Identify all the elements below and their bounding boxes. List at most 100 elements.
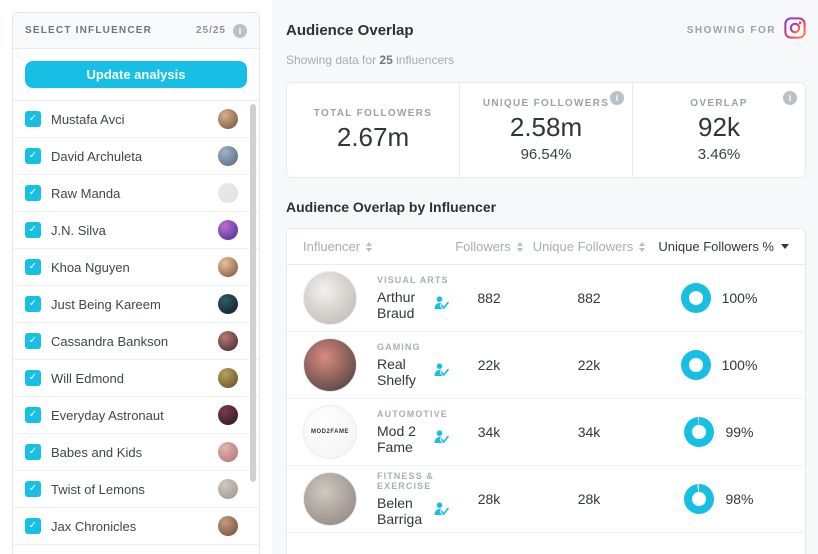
selected-count: 25/25 — [195, 25, 226, 36]
checkbox-checked-icon[interactable]: ✓ — [25, 370, 41, 386]
sort-desc-icon — [781, 244, 789, 249]
stat-card: i UNIQUE FOLLOWERS 2.58m 96.54% — [459, 83, 632, 177]
checkbox-checked-icon[interactable]: ✓ — [25, 333, 41, 349]
stat-card: i OVERLAP 92k 3.46% — [632, 83, 805, 177]
column-label: Influencer — [303, 239, 361, 254]
checkbox-checked-icon[interactable]: ✓ — [25, 296, 41, 312]
select-influencer-title: SELECT INFLUENCER — [25, 25, 153, 36]
influencer-list-item[interactable]: ✓ Will Edmond — [13, 360, 259, 397]
person-check-icon[interactable] — [434, 295, 450, 315]
stat-card: i TOTAL FOLLOWERS 2.67m — [287, 83, 459, 177]
influencer-avatar — [218, 516, 238, 536]
influencer-list-item[interactable]: ✓ Jax Chronicles — [13, 508, 259, 545]
influencer-list-item[interactable]: ✓ Twist of Lemons — [13, 471, 259, 508]
influencer-name: Arthur Braud — [377, 289, 416, 321]
influencer-list-item[interactable]: ✓ Everyday Astronaut — [13, 397, 259, 434]
influencer-cell: MOD2FAME AUTOMOTIVE Mod 2 Fame — [303, 405, 450, 459]
influencer-category: GAMING — [377, 342, 421, 352]
table-header-row: Influencer Followers Unique Followers Uniqu… — [287, 229, 805, 265]
influencer-category: VISUAL ARTS — [377, 275, 449, 285]
followers-value: 28k — [477, 491, 501, 507]
unique-percent-cell: 100% — [649, 350, 789, 380]
unique-percent-cell: 99% — [649, 417, 789, 447]
influencer-avatar — [218, 405, 238, 425]
select-influencer-panel: SELECT INFLUENCER 25/25 i Update analysi… — [12, 12, 260, 554]
stat-value: 2.58m — [509, 111, 583, 142]
influencer-avatar — [218, 479, 238, 499]
stat-percent: 3.46% — [697, 145, 741, 163]
checkbox-checked-icon[interactable]: ✓ — [25, 222, 41, 238]
subtitle-count: 25 — [379, 53, 393, 67]
influencer-avatar — [218, 257, 238, 277]
stat-value: 2.67m — [336, 121, 410, 152]
influencer-name: Twist of Lemons — [51, 481, 145, 497]
table-row[interactable]: FITNESS & EXERCISE Belen Barriga 28k 28k — [287, 466, 805, 533]
stat-percent: 96.54% — [520, 145, 572, 163]
update-analysis-button[interactable]: Update analysis — [25, 61, 247, 88]
column-header-unique-followers-[interactable]: Unique Followers % — [649, 239, 789, 254]
stat-label: UNIQUE FOLLOWERS — [482, 97, 610, 109]
checkbox-checked-icon[interactable]: ✓ — [25, 518, 41, 534]
info-icon[interactable]: i — [233, 23, 247, 38]
sidebar-scrollbar[interactable] — [250, 104, 256, 482]
influencer-avatar: MOD2FAME — [303, 405, 357, 459]
showing-for-label: SHOWING FOR — [686, 25, 776, 36]
influencer-avatar — [218, 331, 238, 351]
checkbox-checked-icon[interactable]: ✓ — [25, 481, 41, 497]
checkbox-checked-icon[interactable]: ✓ — [25, 407, 41, 423]
stat-value: 92k — [698, 111, 740, 142]
checkbox-checked-icon[interactable]: ✓ — [25, 111, 41, 127]
sort-icon — [366, 241, 373, 252]
info-icon[interactable]: i — [783, 91, 797, 105]
influencer-name: Jax Chronicles — [51, 518, 137, 534]
table-title: Audience Overlap by Influencer — [286, 199, 497, 215]
column-header-influencer[interactable]: Influencer — [303, 239, 449, 254]
influencer-name: Will Edmond — [51, 370, 124, 386]
influencer-name: David Archuleta — [51, 148, 143, 164]
influencer-name: Raw Manda — [51, 185, 121, 201]
influencer-list-item[interactable]: ✓ J.N. Silva — [13, 212, 259, 249]
followers-value: 22k — [477, 357, 501, 373]
followers-value: 34k — [477, 424, 501, 440]
checkbox-checked-icon[interactable]: ✓ — [25, 444, 41, 460]
sort-icon — [639, 241, 646, 252]
person-check-icon[interactable] — [434, 501, 450, 521]
sort-icon — [516, 241, 523, 252]
main-panel: Audience Overlap SHOWING FOR Showing dat… — [272, 0, 818, 554]
influencer-list-item[interactable]: ✓ Cassandra Bankson — [13, 323, 259, 360]
instagram-icon[interactable] — [784, 17, 806, 44]
influencer-name: Just Being Kareem — [51, 296, 161, 312]
influencer-name: Khoa Nguyen — [51, 259, 130, 275]
influencer-name: Cassandra Bankson — [51, 333, 169, 349]
influencer-list-item[interactable]: ✓ Babes and Kids — [13, 434, 259, 471]
subtitle: Showing data for 25 influencers — [286, 53, 455, 67]
influencer-list-item[interactable]: ✓ Raw Manda — [13, 175, 259, 212]
table-row[interactable]: VISUAL ARTS Arthur Braud 882 882 100% — [287, 265, 805, 332]
column-label: Unique Followers % — [658, 239, 774, 254]
table-row[interactable]: GAMING Real Shelfy 22k 22k 100% — [287, 332, 805, 399]
checkbox-checked-icon[interactable]: ✓ — [25, 148, 41, 164]
person-check-icon[interactable] — [434, 429, 450, 449]
influencer-avatar — [218, 442, 238, 462]
column-header-followers[interactable]: Followers — [449, 239, 529, 254]
column-label: Unique Followers — [532, 239, 634, 254]
select-influencer-header: SELECT INFLUENCER 25/25 i — [13, 13, 259, 49]
influencer-list-item[interactable]: ✓ Just Being Kareem — [13, 286, 259, 323]
influencer-avatar — [218, 294, 238, 314]
person-check-icon[interactable] — [434, 362, 450, 382]
influencer-list-item[interactable]: ✓ David Archuleta — [13, 138, 259, 175]
column-header-unique-followers[interactable]: Unique Followers — [529, 239, 649, 254]
info-icon[interactable]: i — [610, 91, 624, 105]
checkbox-checked-icon[interactable]: ✓ — [25, 259, 41, 275]
influencer-cell: FITNESS & EXERCISE Belen Barriga — [303, 471, 450, 527]
table-row[interactable]: MOD2FAME AUTOMOTIVE Mod 2 Fame 34k 34k 9… — [287, 399, 805, 466]
influencer-list-item[interactable]: ✓ Mustafa Avci — [13, 101, 259, 138]
influencer-name: Mustafa Avci — [51, 111, 125, 127]
influencer-name: Babes and Kids — [51, 444, 143, 460]
unique-percent-label: 99% — [725, 424, 754, 440]
stat-label: OVERLAP — [690, 97, 748, 109]
checkbox-checked-icon[interactable]: ✓ — [25, 185, 41, 201]
influencer-list-item[interactable]: ✓ Khoa Nguyen — [13, 249, 259, 286]
influencer-avatar — [218, 146, 238, 166]
unique-percent-cell: 100% — [649, 283, 789, 313]
